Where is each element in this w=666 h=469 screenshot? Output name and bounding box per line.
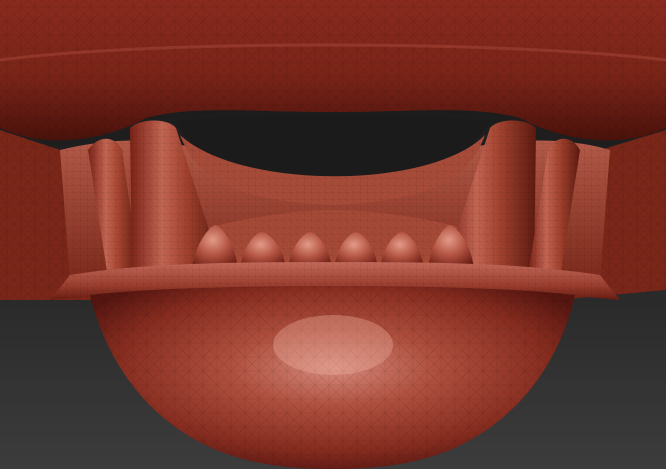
3d-sculpt-viewport[interactable]	[0, 0, 666, 469]
sculpt-canvas[interactable]	[0, 0, 666, 469]
